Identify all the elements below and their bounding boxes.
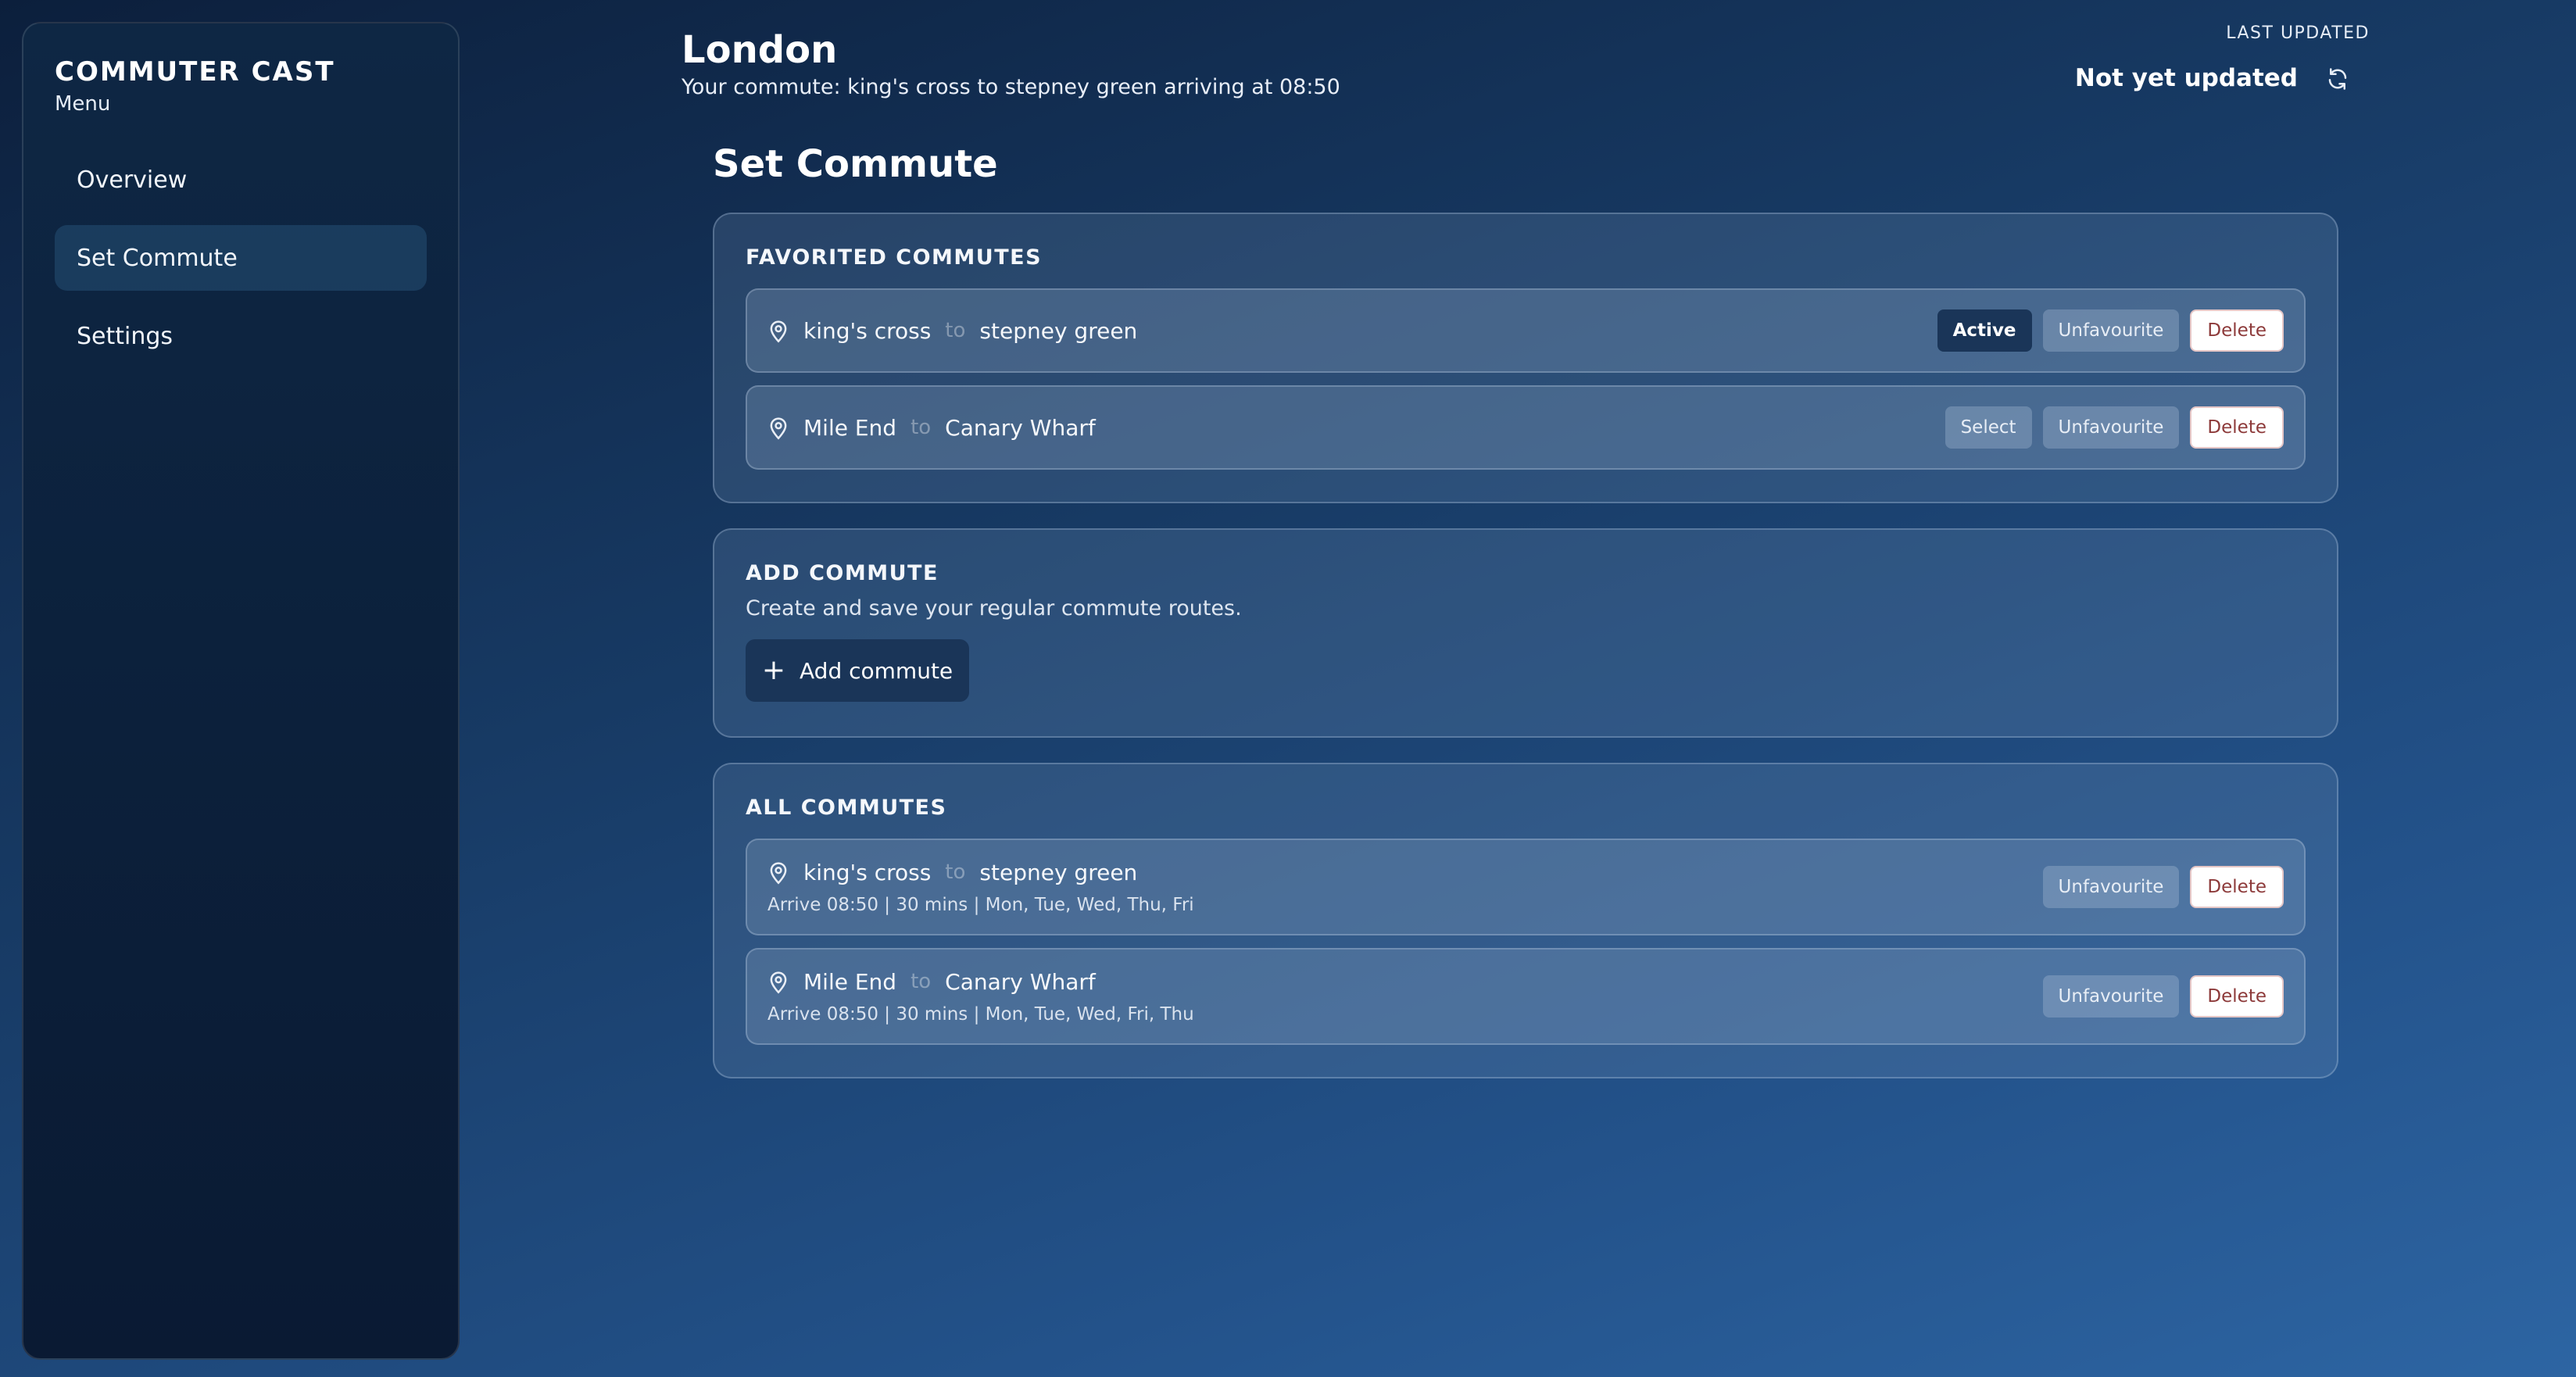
page-title: Set Commute xyxy=(713,142,998,186)
commute-info: Mile End to Canary Wharf Arrive 08:50 | … xyxy=(767,969,1194,1025)
add-commute-label: Add commute xyxy=(800,657,953,684)
sidebar-nav: Overview Set Commute Settings xyxy=(55,147,427,369)
active-button[interactable]: Active xyxy=(1937,309,2032,352)
unfavourite-button[interactable]: Unfavourite xyxy=(2042,975,2180,1018)
unfavourite-button[interactable]: Unfavourite xyxy=(2042,406,2180,449)
panel-title: FAVORITED COMMUTES xyxy=(746,245,1043,270)
refresh-button[interactable] xyxy=(2318,59,2357,98)
app-brand: COMMUTER CAST xyxy=(55,56,335,88)
favorite-commute-row: Mile End to Canary Wharf Select Unfavour… xyxy=(746,385,2306,470)
commute-route: Mile End to Canary Wharf xyxy=(767,969,1194,995)
sidebar-item-settings[interactable]: Settings xyxy=(55,303,427,369)
route-connector: to xyxy=(945,860,966,884)
favorited-commutes-panel: FAVORITED COMMUTES king's cross to stepn… xyxy=(713,213,2338,503)
row-actions: Select Unfavourite Delete xyxy=(1945,406,2284,449)
commute-info: king's cross to stepney green Arrive 08:… xyxy=(767,860,1194,915)
add-commute-button[interactable]: + Add commute xyxy=(746,639,969,702)
menu-label: Menu xyxy=(55,92,111,116)
map-pin-icon xyxy=(767,969,789,994)
map-pin-icon xyxy=(767,318,789,343)
sidebar-item-label: Overview xyxy=(77,166,188,194)
sidebar-item-label: Settings xyxy=(77,322,174,350)
route-from: king's cross xyxy=(803,859,932,885)
route-to: Canary Wharf xyxy=(945,414,1096,441)
route-from: king's cross xyxy=(803,317,932,344)
select-button[interactable]: Select xyxy=(1945,406,2032,449)
row-actions: Active Unfavourite Delete xyxy=(1937,309,2284,352)
panel-title: ADD COMMUTE xyxy=(746,561,939,585)
route-to: stepney green xyxy=(979,317,1138,344)
favorite-commute-row: king's cross to stepney green Active Unf… xyxy=(746,288,2306,373)
commute-route: king's cross to stepney green xyxy=(767,860,1194,885)
sidebar-item-set-commute[interactable]: Set Commute xyxy=(55,225,427,291)
map-pin-icon xyxy=(767,860,789,885)
route-to: stepney green xyxy=(979,859,1138,885)
unfavourite-button[interactable]: Unfavourite xyxy=(2042,866,2180,908)
delete-button[interactable]: Delete xyxy=(2190,975,2284,1018)
commute-meta: Arrive 08:50 | 30 mins | Mon, Tue, Wed, … xyxy=(767,894,1194,915)
delete-button[interactable]: Delete xyxy=(2190,309,2284,352)
panel-title: ALL COMMUTES xyxy=(746,796,947,820)
row-actions: Unfavourite Delete xyxy=(2042,975,2284,1018)
route-connector: to xyxy=(911,416,932,439)
route-connector: to xyxy=(945,319,966,342)
commute-route: king's cross to stepney green xyxy=(767,318,1137,344)
unfavourite-button[interactable]: Unfavourite xyxy=(2042,309,2180,352)
commute-meta: Arrive 08:50 | 30 mins | Mon, Tue, Wed, … xyxy=(767,1003,1194,1025)
commute-summary: Your commute: king's cross to stepney gr… xyxy=(682,75,1340,99)
commute-route: Mile End to Canary Wharf xyxy=(767,415,1096,441)
refresh-icon xyxy=(2328,68,2347,90)
sidebar-item-label: Set Commute xyxy=(77,244,238,272)
commute-row: king's cross to stepney green Arrive 08:… xyxy=(746,839,2306,935)
plus-icon: + xyxy=(761,654,786,686)
commute-row: Mile End to Canary Wharf Arrive 08:50 | … xyxy=(746,948,2306,1045)
map-pin-icon xyxy=(767,415,789,440)
row-actions: Unfavourite Delete xyxy=(2042,866,2284,908)
route-connector: to xyxy=(911,970,932,993)
route-to: Canary Wharf xyxy=(945,968,1096,995)
city-title: London xyxy=(682,28,838,72)
route-from: Mile End xyxy=(803,414,897,441)
route-from: Mile End xyxy=(803,968,897,995)
delete-button[interactable]: Delete xyxy=(2190,406,2284,449)
sidebar-item-overview[interactable]: Overview xyxy=(55,147,427,213)
all-commutes-panel: ALL COMMUTES king's cross to stepney gre… xyxy=(713,763,2338,1078)
delete-button[interactable]: Delete xyxy=(2190,866,2284,908)
add-commute-panel: ADD COMMUTE Create and save your regular… xyxy=(713,528,2338,738)
add-commute-description: Create and save your regular commute rou… xyxy=(746,596,1242,621)
last-updated-label: LAST UPDATED xyxy=(2226,23,2370,43)
last-updated-value: Not yet updated xyxy=(2074,64,2298,92)
sidebar: COMMUTER CAST Menu Overview Set Commute … xyxy=(22,22,460,1360)
